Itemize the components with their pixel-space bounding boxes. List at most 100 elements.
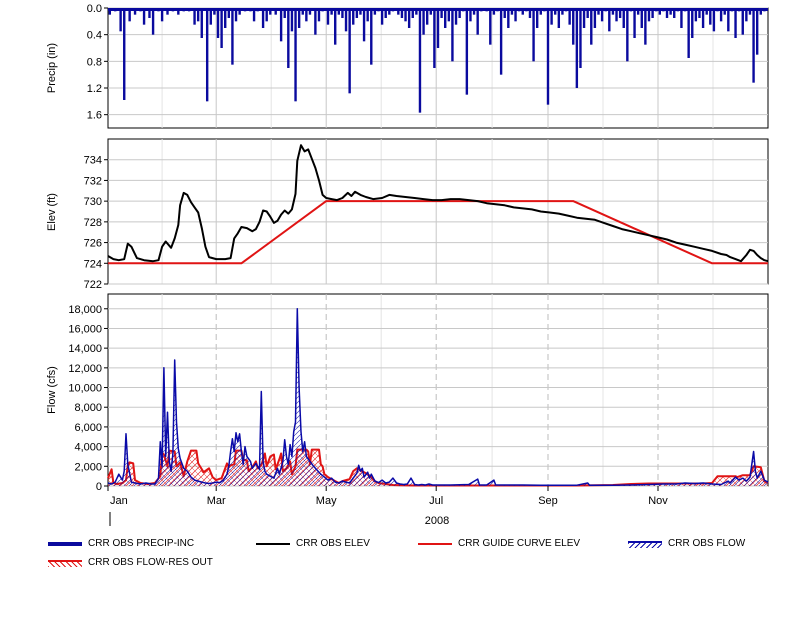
precip-bar	[196, 8, 200, 22]
precip-bar	[294, 8, 297, 102]
precip-bar	[543, 8, 546, 12]
y-tick-label: 0	[96, 481, 102, 493]
precip-bar	[314, 8, 317, 35]
precip-bar	[568, 8, 571, 25]
precip-bar	[719, 8, 723, 22]
precip-bar	[705, 8, 708, 15]
precip-bar	[444, 8, 447, 28]
precip-bar	[142, 8, 146, 25]
precip-bar	[615, 8, 618, 22]
precip-bar	[593, 8, 597, 28]
year-label: 2008	[425, 515, 449, 527]
legend-swatch-res-out	[48, 560, 82, 567]
x-tick-label: Mar	[207, 495, 226, 507]
flow-plot-frame	[107, 293, 769, 487]
legend-swatch-obs-elev	[256, 543, 290, 545]
precip-bar	[249, 8, 252, 12]
x-tick-label: May	[316, 495, 337, 507]
legend-swatch-guide-curve	[418, 543, 452, 545]
precip-bar	[274, 8, 277, 15]
precip-bar	[231, 8, 234, 65]
precip-bar	[499, 8, 503, 75]
y-tick-label: 18,000	[68, 304, 102, 316]
flow-y-axis-label: Flow (cfs)	[46, 366, 58, 414]
precip-bar	[193, 8, 196, 25]
precip-bar	[359, 8, 362, 15]
precip-bar	[373, 8, 377, 15]
legend-label-guide-curve: CRR GUIDE CURVE ELEV	[458, 538, 581, 549]
precip-bar	[341, 8, 344, 18]
precip-bar	[297, 8, 301, 28]
precip-bar	[734, 8, 737, 38]
precip-bar	[344, 8, 348, 32]
precip-bar	[759, 8, 762, 15]
precip-bar	[157, 8, 160, 12]
precip-bar	[647, 8, 651, 22]
precip-bar	[752, 8, 755, 83]
precip-bar	[590, 8, 593, 45]
y-tick-label: 8,000	[74, 402, 102, 414]
precip-bar	[680, 8, 683, 28]
precip-bar	[532, 8, 535, 62]
precip-bar	[326, 8, 330, 25]
precip-bar	[209, 8, 212, 25]
precip-bar	[213, 8, 216, 15]
precip-bar	[279, 8, 283, 42]
precip-bar	[465, 8, 469, 95]
time-x-axis: Jan Mar May Jul Sep Nov	[107, 486, 668, 507]
precip-bar	[305, 8, 308, 22]
precip-bar	[528, 8, 532, 18]
precip-bar	[261, 8, 265, 28]
flow-y-ticks: 0 2,000 4,000 6,000 8,000 10,000 12,000 14,000 1…	[68, 304, 108, 493]
x-tick-label: Sep	[538, 495, 558, 507]
precip-bar	[554, 8, 557, 15]
precip-bar	[575, 8, 579, 88]
y-tick-label: 10,000	[68, 383, 102, 395]
precip-bar	[651, 8, 654, 18]
precip-bar	[397, 8, 400, 15]
precip-bar	[694, 8, 698, 22]
precip-bar	[709, 8, 712, 25]
x-tick-label: Jul	[429, 495, 443, 507]
y-tick-label: 6,000	[74, 422, 102, 434]
precip-bar	[712, 8, 716, 32]
precip-bar	[148, 8, 151, 18]
legend-label-precip: CRR OBS PRECIP-INC	[88, 538, 195, 549]
precip-bar	[407, 8, 411, 28]
precip-bar	[429, 8, 432, 15]
y-tick-label: 12,000	[68, 363, 102, 375]
precip-bar	[287, 8, 290, 68]
hydrograph-figure: 0.0 0.4 0.8 1.2 1.6 Precip (in) 722 724 726 728…	[0, 0, 800, 627]
precip-bar	[611, 8, 615, 15]
precip-bar	[128, 8, 131, 22]
precip-bar	[546, 8, 550, 105]
precip-bar	[108, 8, 112, 15]
elev-y-axis-label: Elev (ft)	[46, 193, 58, 231]
precip-bar	[308, 8, 312, 15]
precip-bar	[321, 8, 324, 12]
y-tick-label: 0.8	[87, 56, 102, 68]
y-tick-label: 732	[84, 175, 102, 187]
precip-bar	[362, 8, 366, 42]
precip-bar	[604, 8, 607, 12]
precip-bar	[472, 8, 476, 15]
precip-bar	[737, 8, 741, 12]
precip-bar	[418, 8, 422, 113]
precip-bar	[171, 8, 175, 12]
precip-bar	[123, 8, 126, 100]
y-tick-label: 0.4	[87, 30, 102, 42]
precip-bar	[454, 8, 458, 25]
elev-y-ticks: 722 724 726 728 730 732 734	[84, 155, 108, 291]
precip-bar	[550, 8, 553, 25]
precip-bar	[723, 8, 726, 15]
precip-bar	[352, 8, 355, 25]
precip-bar	[348, 8, 351, 94]
precip-bar	[582, 8, 586, 28]
precip-bar	[377, 8, 380, 12]
legend-label-obs-elev: CRR OBS ELEV	[296, 538, 370, 549]
precip-bar	[485, 8, 488, 12]
precip-bar	[665, 8, 669, 18]
precip-bar	[629, 8, 633, 12]
precip-bar	[517, 8, 521, 12]
precip-bar	[579, 8, 582, 68]
